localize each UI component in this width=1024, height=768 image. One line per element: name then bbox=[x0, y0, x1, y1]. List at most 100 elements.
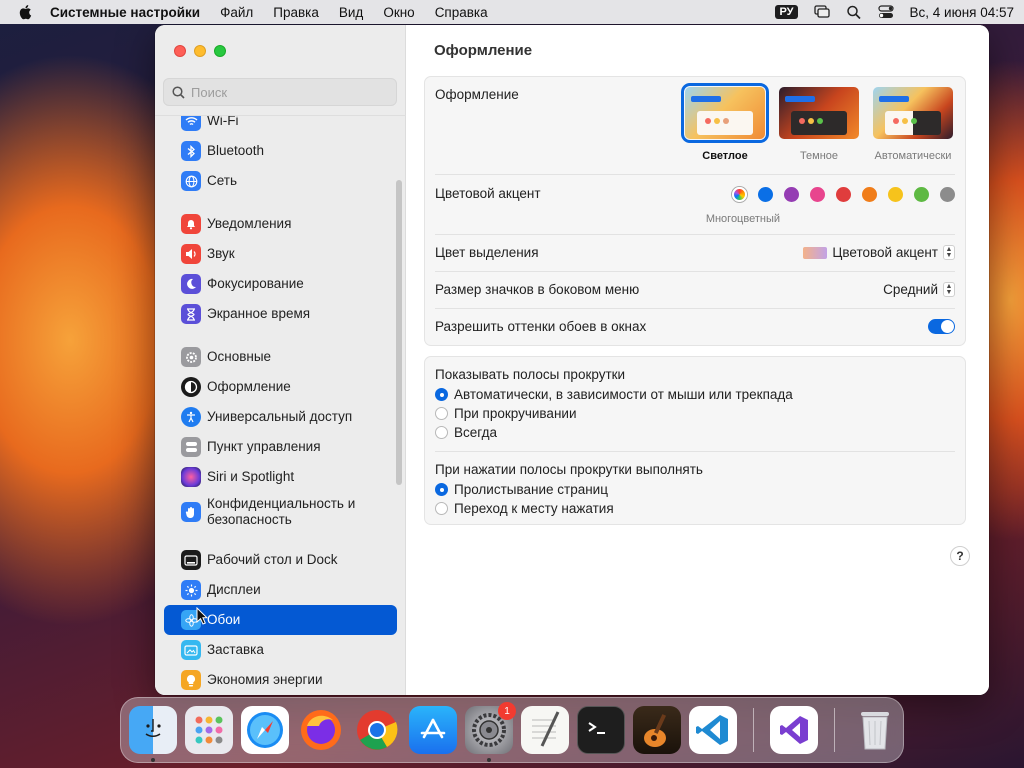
appearance-auto-caption: Автоматически bbox=[874, 150, 952, 162]
menu-file[interactable]: Файл bbox=[220, 5, 253, 20]
minimize-button[interactable] bbox=[194, 45, 206, 57]
menubar-clock[interactable]: Вс, 4 июня 04:57 bbox=[910, 5, 1014, 20]
screen-mirroring-icon[interactable] bbox=[813, 5, 830, 19]
moon-icon bbox=[181, 274, 201, 294]
sidebar-item-network[interactable]: Сеть bbox=[164, 166, 397, 196]
finder-icon[interactable] bbox=[129, 706, 177, 762]
firefox-icon[interactable] bbox=[297, 706, 345, 754]
sidebar-item-label: Конфиденциальность и безопасность bbox=[207, 496, 356, 527]
sidebar-item-label: Экономия энергии bbox=[207, 672, 323, 687]
notification-badge: 1 bbox=[498, 702, 516, 720]
menu-view[interactable]: Вид bbox=[339, 5, 363, 20]
scroll-click-jump-option[interactable]: Переход к месту нажатия bbox=[435, 501, 614, 516]
search-field[interactable] bbox=[163, 78, 397, 106]
sidebar-item-appearance[interactable]: Оформление bbox=[164, 372, 397, 402]
accent-graphite-swatch[interactable] bbox=[940, 187, 955, 202]
garageband-icon[interactable] bbox=[633, 706, 681, 754]
sidebar-list[interactable]: Wi-Fi Bluetooth Сеть Уведомления Звук Фо… bbox=[155, 115, 406, 695]
menu-bar: Системные настройки Файл Правка Вид Окно… bbox=[0, 0, 1024, 24]
sidebar-item-screen-time[interactable]: Экранное время bbox=[164, 299, 397, 329]
sidebar-scrollbar[interactable] bbox=[396, 180, 402, 485]
accent-blue-swatch[interactable] bbox=[758, 187, 773, 202]
menu-app-name[interactable]: Системные настройки bbox=[50, 5, 200, 20]
sidebar-item-siri[interactable]: Siri и Spotlight bbox=[164, 462, 397, 492]
appearance-light-option[interactable]: Светлое bbox=[681, 83, 769, 162]
scroll-click-page-option[interactable]: Пролистывание страниц bbox=[435, 482, 608, 497]
accent-selected-caption: Многоцветный bbox=[705, 213, 780, 225]
radio-selected[interactable] bbox=[435, 388, 448, 401]
search-input[interactable] bbox=[191, 84, 381, 100]
accent-yellow-swatch[interactable] bbox=[888, 187, 903, 202]
scroll-show-always-option[interactable]: Всегда bbox=[435, 425, 497, 440]
mouse-pointer-icon bbox=[196, 607, 208, 625]
radio-label: Переход к месту нажатия bbox=[454, 501, 614, 516]
accent-swatches bbox=[732, 187, 955, 202]
sidebar-item-energy-saver[interactable]: Экономия энергии bbox=[164, 665, 397, 695]
sidebar-item-general[interactable]: Основные bbox=[164, 342, 397, 372]
menu-edit[interactable]: Правка bbox=[273, 5, 319, 20]
appearance-auto-option[interactable]: Автоматически bbox=[871, 87, 955, 162]
sidebar-item-desktop-dock[interactable]: Рабочий стол и Dock bbox=[164, 545, 397, 575]
accent-multicolor-swatch[interactable] bbox=[732, 187, 747, 202]
close-button[interactable] bbox=[174, 45, 186, 57]
scroll-click-label: При нажатии полосы прокрутки выполнять bbox=[435, 462, 703, 477]
sidebar-item-label: Рабочий стол и Dock bbox=[207, 552, 338, 567]
dock-separator bbox=[834, 708, 835, 752]
sidebar-item-screensaver[interactable]: Заставка bbox=[164, 635, 397, 665]
sidebar-item-wifi[interactable]: Wi-Fi bbox=[164, 115, 397, 136]
zoom-button[interactable] bbox=[214, 45, 226, 57]
accent-orange-swatch[interactable] bbox=[862, 187, 877, 202]
spotlight-search-icon[interactable] bbox=[846, 5, 862, 19]
terminal-icon[interactable] bbox=[577, 706, 625, 754]
sidebar-item-displays[interactable]: Дисплеи bbox=[164, 575, 397, 605]
sidebar-item-notifications[interactable]: Уведомления bbox=[164, 209, 397, 239]
wallpaper-tint-toggle[interactable] bbox=[928, 319, 955, 334]
sidebar-item-accessibility[interactable]: Универсальный доступ bbox=[164, 402, 397, 432]
appearance-light-caption: Светлое bbox=[702, 150, 748, 162]
accent-green-swatch[interactable] bbox=[914, 187, 929, 202]
radio-selected[interactable] bbox=[435, 483, 448, 496]
radio-unselected[interactable] bbox=[435, 426, 448, 439]
sidebar-item-label: Экранное время bbox=[207, 306, 311, 321]
vscode-icon[interactable] bbox=[689, 706, 737, 754]
sidebar-item-bluetooth[interactable]: Bluetooth bbox=[164, 136, 397, 166]
sidebar-icon-size-select[interactable]: Средний ▲ ▼ bbox=[883, 282, 955, 297]
light-preview-thumbnail bbox=[681, 83, 769, 143]
system-settings-icon[interactable]: 1 bbox=[465, 702, 516, 762]
menu-help[interactable]: Справка bbox=[435, 5, 488, 20]
accent-purple-swatch[interactable] bbox=[784, 187, 799, 202]
accent-pink-swatch[interactable] bbox=[810, 187, 825, 202]
sidebar-item-control-center[interactable]: Пункт управления bbox=[164, 432, 397, 462]
trash-icon[interactable] bbox=[851, 706, 899, 754]
control-center-icon[interactable] bbox=[877, 5, 894, 19]
accent-red-swatch[interactable] bbox=[836, 187, 851, 202]
system-settings-window: Wi-Fi Bluetooth Сеть Уведомления Зв bbox=[155, 25, 989, 695]
scroll-show-auto-option[interactable]: Автоматически, в зависимости от мыши или… bbox=[435, 387, 793, 402]
scroll-show-scrolling-option[interactable]: При прокручивании bbox=[435, 406, 576, 421]
sidebar-item-label: Wi-Fi bbox=[207, 115, 239, 128]
sidebar-item-label: Bluetooth bbox=[207, 143, 265, 158]
sidebar-icon-size-label: Размер значков в боковом меню bbox=[435, 282, 640, 297]
input-source-badge[interactable]: РУ bbox=[775, 5, 798, 19]
radio-unselected[interactable] bbox=[435, 407, 448, 420]
help-button[interactable]: ? bbox=[950, 546, 970, 566]
sidebar-item-privacy[interactable]: Конфиденциальность и безопасность bbox=[164, 492, 397, 532]
launchpad-icon[interactable] bbox=[185, 706, 233, 754]
highlight-select[interactable]: Цветовой акцент ▲ ▼ bbox=[803, 245, 955, 260]
chrome-icon[interactable] bbox=[353, 706, 401, 754]
sidebar-item-sound[interactable]: Звук bbox=[164, 239, 397, 269]
app-store-icon[interactable] bbox=[409, 706, 457, 754]
safari-icon[interactable] bbox=[241, 706, 289, 754]
scroll-show-label: Показывать полосы прокрутки bbox=[435, 367, 626, 382]
sidebar-item-focus[interactable]: Фокусирование bbox=[164, 269, 397, 299]
radio-unselected[interactable] bbox=[435, 502, 448, 515]
textedit-icon[interactable] bbox=[521, 706, 569, 754]
speaker-icon bbox=[181, 244, 201, 264]
apple-logo-icon[interactable] bbox=[18, 4, 32, 20]
visual-studio-icon[interactable] bbox=[770, 706, 818, 754]
sidebar-item-label: Универсальный доступ bbox=[207, 409, 353, 424]
appearance-dark-option[interactable]: Темное bbox=[777, 87, 861, 162]
menu-window[interactable]: Окно bbox=[383, 5, 414, 20]
sidebar: Wi-Fi Bluetooth Сеть Уведомления Зв bbox=[155, 25, 406, 695]
auto-preview-thumbnail bbox=[873, 87, 953, 139]
